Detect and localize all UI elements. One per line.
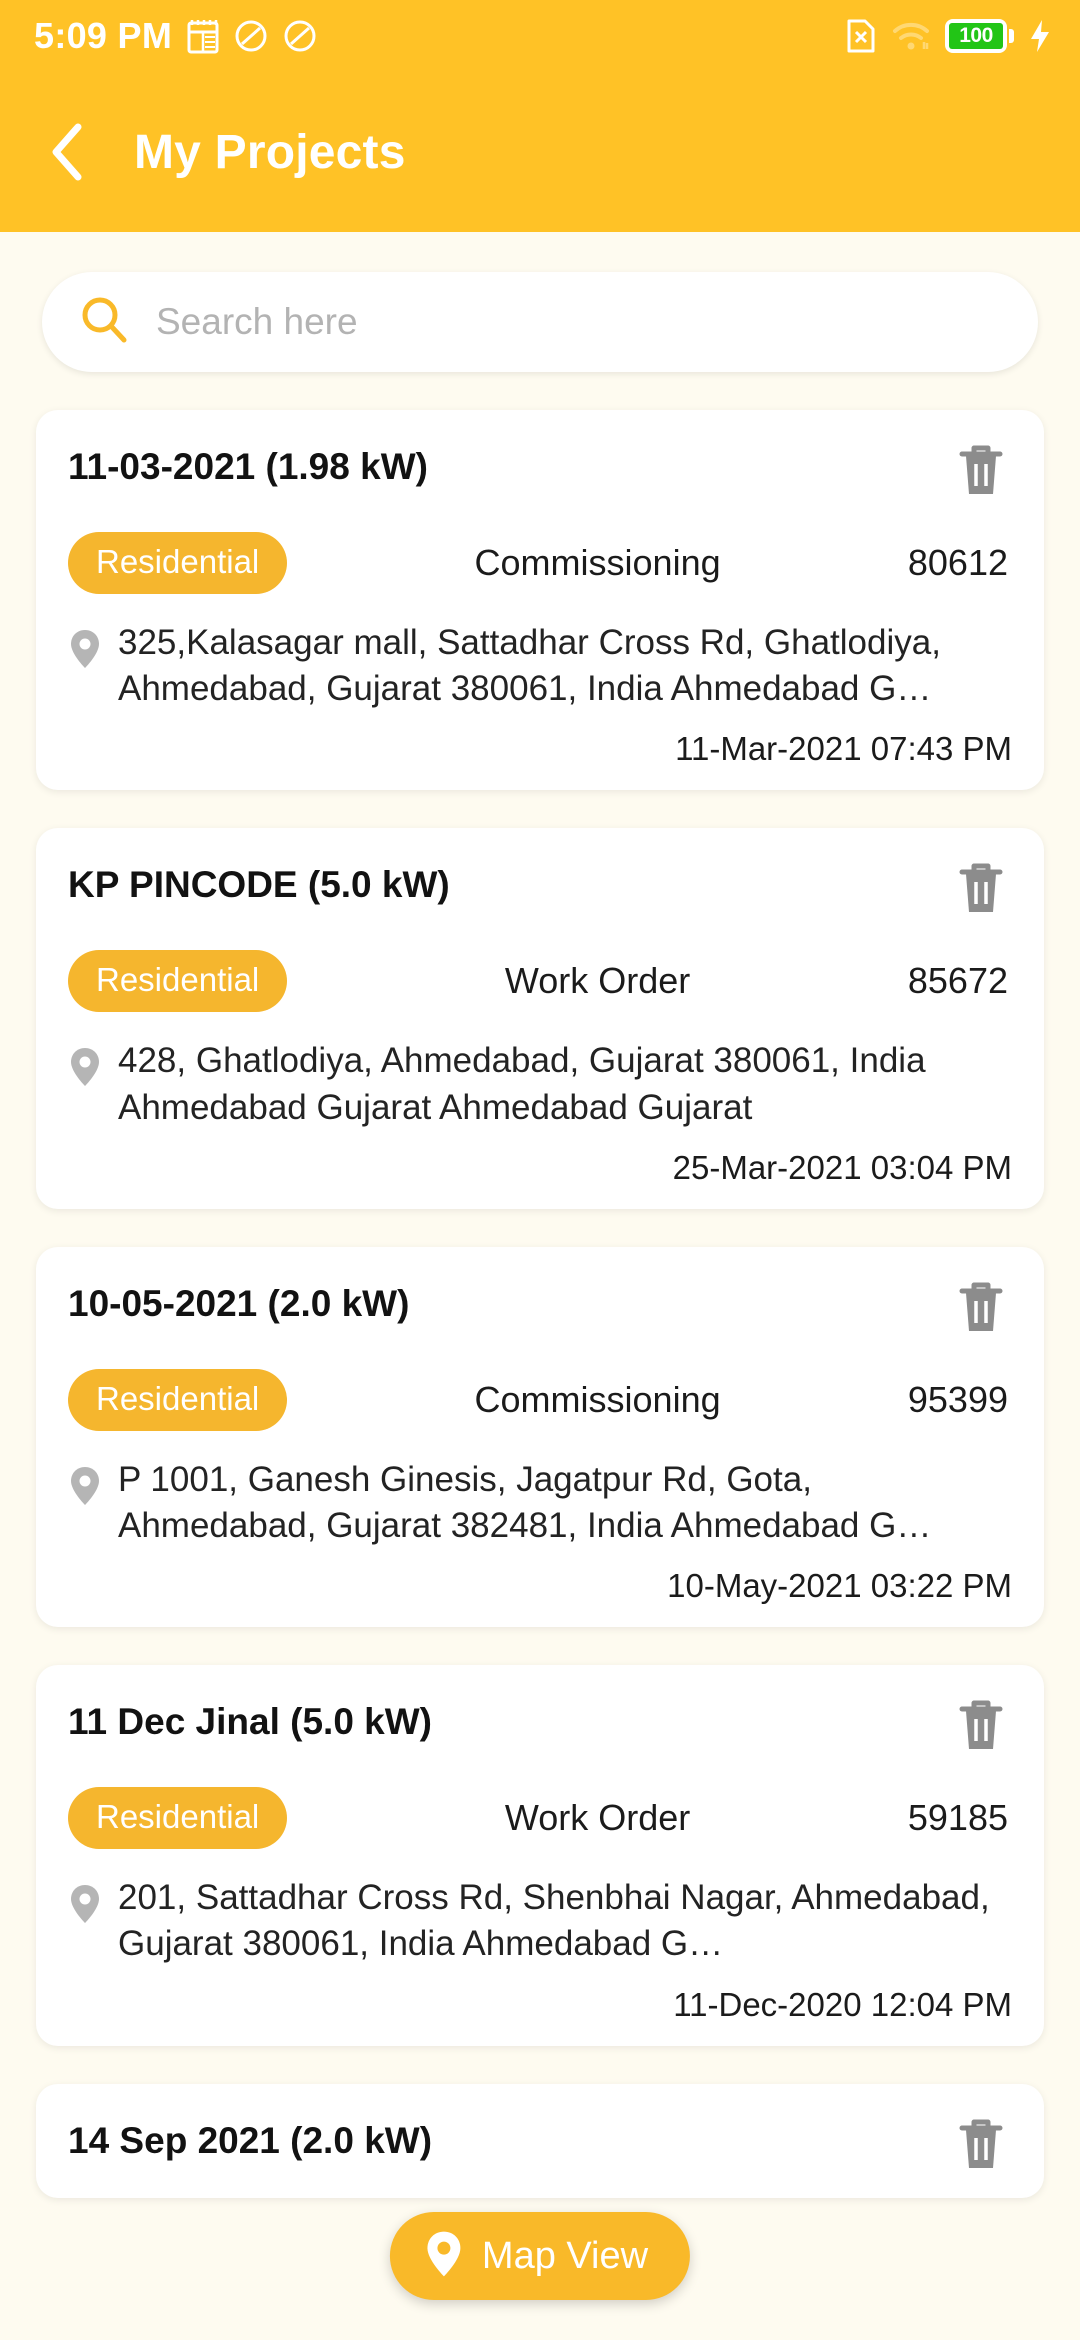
project-title: 11-03-2021 (1.98 kW) xyxy=(68,446,428,487)
location-pin-icon xyxy=(424,2229,464,2284)
delete-button[interactable] xyxy=(950,440,1012,502)
card-meta-row: Residential Work Order 59185 xyxy=(68,1787,1012,1850)
card-meta-row: Residential Commissioning 80612 xyxy=(68,532,1012,594)
card-meta-row: Residential Work Order 85672 xyxy=(68,950,1012,1013)
no-sim-icon xyxy=(845,17,877,55)
category-badge: Residential xyxy=(68,1368,288,1431)
charging-bolt-icon xyxy=(1028,18,1052,54)
status-bar-left: 5:09 PM xyxy=(34,15,317,57)
category-badge: Residential xyxy=(68,532,288,594)
project-card[interactable]: KP PINCODE (5.0 kW) Residential Work Ord… xyxy=(36,828,1044,1209)
location-pin-icon xyxy=(68,628,102,675)
project-id: 59185 xyxy=(907,1797,1008,1839)
battery-body: 100 xyxy=(945,19,1007,53)
project-title: 11 Dec Jinal (5.0 kW) xyxy=(68,1701,433,1743)
card-header: 11 Dec Jinal (5.0 kW) xyxy=(68,1695,1012,1757)
delete-button[interactable] xyxy=(950,1277,1012,1339)
location-pin-icon xyxy=(68,1046,102,1093)
project-stage: Work Order xyxy=(504,960,691,1002)
do-not-disturb-icon xyxy=(283,19,317,53)
location-pin-icon xyxy=(68,1883,102,1930)
calendar-icon xyxy=(187,18,219,54)
project-title: 14 Sep 2021 (2.0 kW) xyxy=(68,2119,433,2161)
trash-icon xyxy=(959,2119,1003,2168)
back-button[interactable] xyxy=(34,117,104,187)
status-bar-clock: 5:09 PM xyxy=(34,15,173,56)
project-stage: Commissioning xyxy=(474,1378,721,1420)
category-badge: Residential xyxy=(68,1787,288,1850)
project-title: KP PINCODE (5.0 kW) xyxy=(68,864,450,906)
address-row: P 1001, Ganesh Ginesis, Jagatpur Rd, Got… xyxy=(68,1457,1012,1549)
project-stage: Work Order xyxy=(504,1797,691,1839)
project-card[interactable]: 14 Sep 2021 (2.0 kW) xyxy=(36,2083,1044,2198)
category-badge: Residential xyxy=(68,950,288,1013)
status-bar-right: 100 xyxy=(845,17,1052,55)
project-date: 25-Mar-2021 03:04 PM xyxy=(672,1148,1012,1186)
card-header: KP PINCODE (5.0 kW) xyxy=(68,858,1012,920)
search-bar[interactable] xyxy=(42,272,1038,372)
project-card[interactable]: 11 Dec Jinal (5.0 kW) Residential Work O… xyxy=(36,1665,1044,2046)
battery-icon: 100 xyxy=(945,19,1014,53)
project-card[interactable]: 10-05-2021 (2.0 kW) Residential Commissi… xyxy=(36,1246,1044,1628)
map-view-label: Map View xyxy=(481,2234,649,2277)
address-row: 428, Ghatlodiya, Ahmedabad, Gujarat 3800… xyxy=(68,1038,1012,1130)
project-date: 10-May-2021 03:22 PM xyxy=(667,1567,1012,1605)
map-view-button[interactable]: Map View xyxy=(389,2212,691,2300)
trash-icon xyxy=(959,445,1003,494)
project-title: 10-05-2021 (2.0 kW) xyxy=(68,1282,410,1324)
back-arrow-icon xyxy=(52,123,82,181)
search-input[interactable] xyxy=(156,301,1002,343)
project-stage: Commissioning xyxy=(474,542,721,583)
page-title: My Projects xyxy=(134,125,406,179)
status-bar: 5:09 PM 100 xyxy=(0,0,1080,72)
wifi-icon xyxy=(891,20,931,52)
trash-icon xyxy=(959,1700,1003,1750)
project-date: 11-Mar-2021 07:43 PM xyxy=(675,730,1012,768)
project-address: 325,Kalasagar mall, Sattadhar Cross Rd, … xyxy=(118,623,941,709)
project-card[interactable]: 11-03-2021 (1.98 kW) Residential Commiss… xyxy=(36,410,1044,791)
search-section xyxy=(0,232,1080,372)
delete-button[interactable] xyxy=(950,2114,1012,2176)
project-address: P 1001, Ganesh Ginesis, Jagatpur Rd, Got… xyxy=(118,1459,932,1545)
phone-screen: 5:09 PM 100 My Projects Search here 11-0… xyxy=(0,0,1080,2340)
project-date: 11-Dec-2020 12:04 PM xyxy=(673,1985,1012,2023)
trash-icon xyxy=(959,863,1003,913)
delete-button[interactable] xyxy=(950,1695,1012,1757)
delete-button[interactable] xyxy=(950,858,1012,920)
do-not-disturb-icon xyxy=(234,19,268,53)
battery-cap xyxy=(1009,29,1014,43)
card-header: 14 Sep 2021 (2.0 kW) xyxy=(68,2114,1012,2176)
project-id: 85672 xyxy=(907,960,1008,1002)
battery-level-label: 100 xyxy=(949,23,1003,49)
card-header: 11-03-2021 (1.98 kW) xyxy=(68,440,1012,502)
project-address: 428, Ghatlodiya, Ahmedabad, Gujarat 3800… xyxy=(118,1041,926,1127)
search-icon xyxy=(78,294,130,351)
location-pin-icon xyxy=(68,1465,102,1512)
address-row: 325,Kalasagar mall, Sattadhar Cross Rd, … xyxy=(68,620,1012,712)
project-list: 11-03-2021 (1.98 kW) Residential Commiss… xyxy=(0,372,1080,2198)
address-row: 201, Sattadhar Cross Rd, Shenbhai Nagar,… xyxy=(68,1875,1012,1967)
project-id: 80612 xyxy=(907,542,1008,583)
card-meta-row: Residential Commissioning 95399 xyxy=(68,1368,1012,1431)
card-header: 10-05-2021 (2.0 kW) xyxy=(68,1277,1012,1339)
project-id: 95399 xyxy=(907,1378,1008,1420)
trash-icon xyxy=(959,1282,1003,1331)
project-address: 201, Sattadhar Cross Rd, Shenbhai Nagar,… xyxy=(118,1878,990,1964)
app-bar: My Projects xyxy=(0,72,1080,232)
